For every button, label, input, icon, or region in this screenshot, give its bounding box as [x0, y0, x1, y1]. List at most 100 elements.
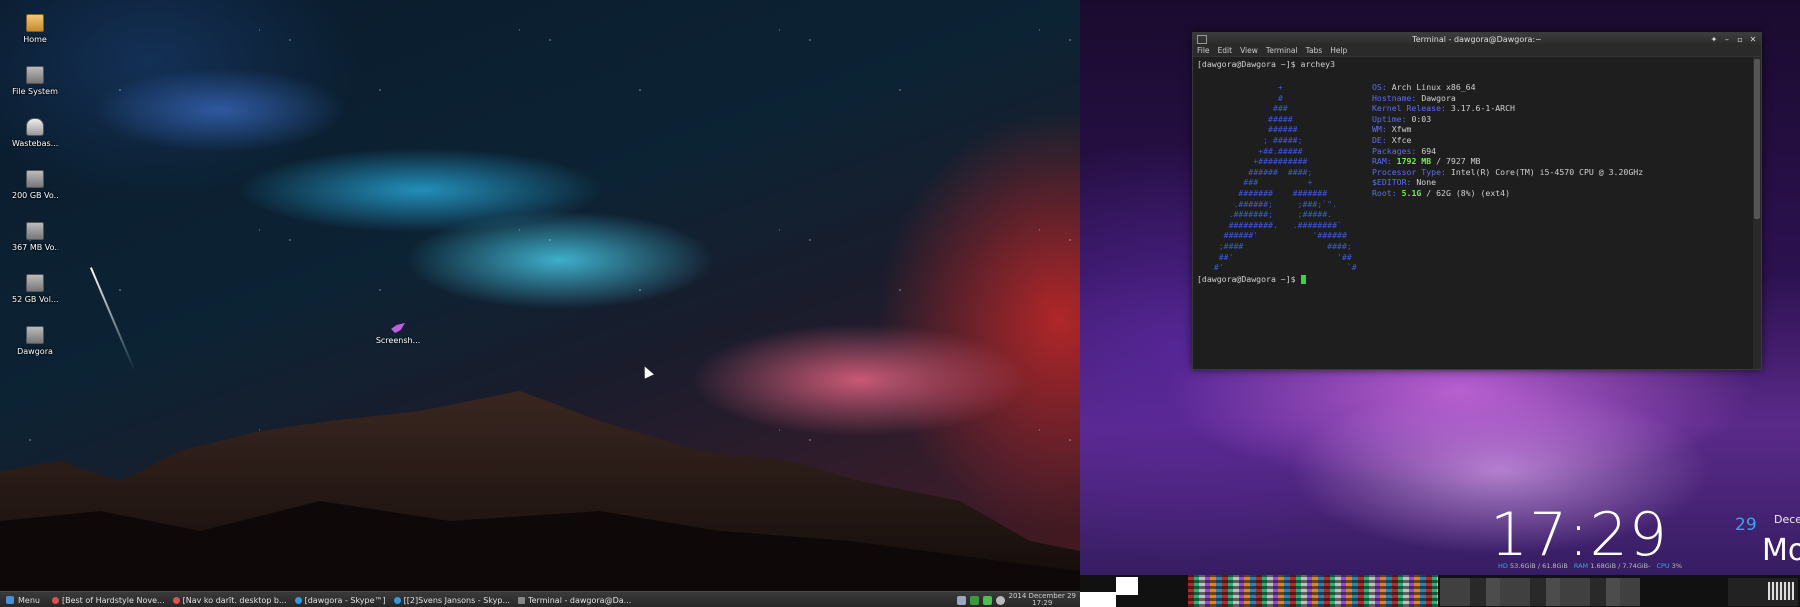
menu-help[interactable]: Help [1330, 46, 1347, 55]
info-key: RAM: [1372, 156, 1392, 167]
info-value: Xfwm [1391, 124, 1412, 135]
info-value: Dawgora [1421, 92, 1456, 103]
window-menu-icon[interactable] [1197, 34, 1207, 44]
network-icon[interactable] [969, 595, 979, 605]
menu-tabs[interactable]: Tabs [1306, 46, 1323, 55]
taskbar-item-skype[interactable]: [dawgora - Skype™] [291, 593, 390, 607]
panel-artifact [1116, 577, 1138, 595]
desktop-icon-home[interactable]: Home [12, 14, 58, 66]
root-used: 5.1G [1401, 187, 1422, 198]
close-icon[interactable]: ✕ [1749, 35, 1757, 44]
info-key: Packages: [1372, 145, 1417, 156]
taskbar-item-label: [Nav ko darīt. desktop b... [182, 595, 287, 605]
conky-stats: HD 53.6GiB / 61.8GiB RAM 1.68GiB / 7.74G… [1498, 562, 1682, 570]
ram-total: / 7927 MB [1431, 156, 1481, 167]
root-total: / 62G (8%) (ext4) [1421, 187, 1511, 198]
trash-icon [26, 118, 44, 136]
taskbar-item-label: [dawgora - Skype™] [304, 595, 386, 605]
info-value: 0:03 [1411, 113, 1432, 124]
desktop-icon-column: Home File System Wastebas... 200 GB Vo..… [12, 14, 58, 378]
panel-task-buttons [1440, 578, 1640, 606]
drive-icon [26, 170, 44, 188]
menu-label: Menu [18, 595, 40, 605]
info-value: Intel(R) Core(TM) i5-4570 CPU @ 3.20GHz [1450, 166, 1644, 177]
info-key: DE: [1372, 134, 1387, 145]
system-info: OS: Arch Linux x86_64 Hostname: Dawgora … [1372, 82, 1643, 199]
drive-icon [26, 66, 44, 84]
taskbar-clock[interactable]: 2014 December 29 17:29 [1009, 593, 1076, 607]
desktop-icon-screenshot[interactable]: Screensh... [373, 323, 423, 345]
taskbar-item-desktop[interactable]: [Nav ko darīt. desktop b... [169, 593, 291, 607]
taskbar-item-hardstyle[interactable]: [Best of Hardstyle Nove... [48, 593, 169, 607]
menu-edit[interactable]: Edit [1218, 46, 1233, 55]
menu-logo-icon [6, 596, 14, 604]
info-value: Arch Linux x86_64 [1391, 82, 1476, 92]
browser-icon [51, 596, 59, 604]
desktop-icon-dawgora[interactable]: Dawgora [12, 326, 58, 378]
maximize-icon[interactable]: ▫ [1736, 35, 1744, 44]
info-key: OS: [1372, 82, 1387, 92]
mountain-silhouette [0, 391, 1080, 591]
ram-used: 1792 MB [1396, 156, 1432, 167]
info-key: Hostname: [1372, 92, 1417, 103]
menu-terminal[interactable]: Terminal [1266, 46, 1298, 55]
skype-icon [294, 596, 302, 604]
home-folder-icon [26, 14, 44, 32]
desktop-icon-label: Dawgora [17, 347, 53, 356]
desktop-icon-200gb-volume[interactable]: 200 GB Vo... [12, 170, 58, 222]
menu-file[interactable]: File [1197, 46, 1210, 55]
info-value: 694 [1421, 145, 1437, 156]
window-title: Terminal - dawgora@Dawgora:~ [1412, 34, 1542, 44]
right-desktop: Terminal - dawgora@Dawgora:~ ✦ – ▫ ✕ Fil… [1080, 0, 1800, 607]
taskbar-item-skype-chat[interactable]: [[2]Svens Jansons - Skyp... [390, 593, 514, 607]
info-key: WM: [1372, 124, 1387, 135]
desktop-icon-label: 200 GB Vo... [12, 191, 58, 200]
browser-icon [172, 596, 180, 604]
conky-day: 29 [1735, 515, 1757, 535]
info-value: 3.17.6-1-ARCH [1450, 103, 1515, 114]
scrollbar-thumb[interactable] [1754, 59, 1760, 219]
taskbar-item-label: Terminal - dawgora@Da... [528, 595, 632, 605]
taskbar-item-terminal[interactable]: Terminal - dawgora@Da... [514, 593, 635, 607]
shell-prompt[interactable]: [dawgora@Dawgora ~]$ [1197, 274, 1306, 285]
shade-icon[interactable]: ✦ [1710, 35, 1718, 44]
desktop-icon-52gb-volume[interactable]: 52 GB Vol... [12, 274, 58, 326]
clock-time: 17:29 [1032, 599, 1053, 607]
skype-icon [393, 596, 401, 604]
left-desktop: Home File System Wastebas... 200 GB Vo..… [0, 0, 1080, 607]
panel-glitch-overlay [1188, 575, 1438, 607]
desktop-icon-wastebasket[interactable]: Wastebas... [12, 118, 58, 170]
desktop-icon-label: Screensh... [375, 336, 421, 345]
terminal-menubar: File Edit View Terminal Tabs Help [1193, 45, 1761, 57]
taskbar-item-label: [[2]Svens Jansons - Skyp... [403, 595, 511, 605]
drive-icon [26, 326, 44, 344]
desktop-icon-label: 367 MB Vo... [12, 243, 58, 252]
terminal-window[interactable]: Terminal - dawgora@Dawgora:~ ✦ – ▫ ✕ Fil… [1192, 32, 1762, 370]
terminal-scrollbar[interactable] [1753, 57, 1761, 369]
desktop-icon-367mb-volume[interactable]: 367 MB Vo... [12, 222, 58, 274]
menu-view[interactable]: View [1240, 46, 1258, 55]
stat-key: RAM [1573, 562, 1589, 570]
minimize-icon[interactable]: – [1723, 35, 1731, 44]
panel-artifact [1080, 592, 1116, 607]
image-file-icon [391, 323, 405, 333]
info-value: Xfce [1391, 134, 1412, 145]
command-line: [dawgora@Dawgora ~]$ archey3 [1197, 59, 1336, 69]
window-controls: ✦ – ▫ ✕ [1710, 35, 1761, 44]
conky-weekday: Monday [1762, 533, 1800, 568]
terminal-output[interactable]: [dawgora@Dawgora ~]$ archey3 + # ### ###… [1193, 57, 1752, 369]
arch-logo-ascii: + # ### ##### ###### ; #####; +##.##### … [1213, 82, 1357, 273]
window-titlebar[interactable]: Terminal - dawgora@Dawgora:~ ✦ – ▫ ✕ [1193, 33, 1761, 45]
volume-icon[interactable] [995, 595, 1005, 605]
stat-value: 1.68GiB / 7.74GiB- [1590, 562, 1651, 570]
whisker-menu-button[interactable]: Menu [0, 592, 48, 607]
info-key: Root: [1372, 187, 1397, 198]
tray-icon[interactable] [1768, 582, 1794, 600]
info-key: Processor Type: [1372, 166, 1446, 177]
battery-icon[interactable] [982, 595, 992, 605]
pen-icon[interactable] [956, 595, 966, 605]
info-key: Uptime: [1372, 113, 1407, 124]
prompt-text: [dawgora@Dawgora ~]$ [1197, 274, 1301, 284]
desktop-icon-label: Home [23, 35, 47, 44]
desktop-icon-file-system[interactable]: File System [12, 66, 58, 118]
